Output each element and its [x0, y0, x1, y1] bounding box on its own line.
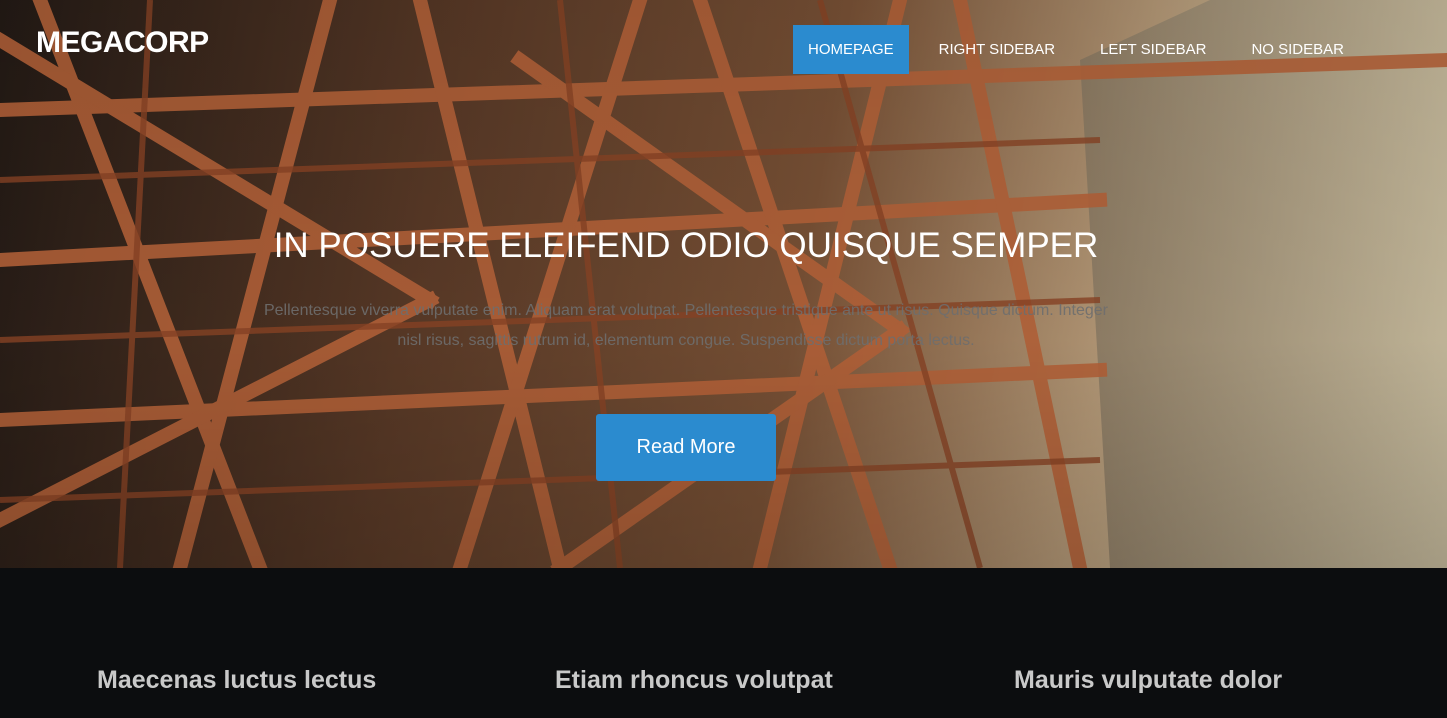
feature-title-2: Etiam rhoncus volutpat: [555, 666, 833, 694]
hero-overlay: [0, 0, 1447, 568]
feature-title-1: Maecenas luctus lectus: [97, 666, 377, 694]
hero-banner: MEGACORP HOMEPAGE RIGHT SIDEBAR LEFT SID…: [0, 0, 1447, 568]
feature-title-3: Mauris vulputate dolor: [1014, 666, 1283, 694]
nav-item-homepage[interactable]: HOMEPAGE: [793, 25, 909, 74]
nav-item-no-sidebar[interactable]: NO SIDEBAR: [1236, 25, 1359, 74]
hero-title: IN POSUERE ELEIFEND ODIO QUISQUE SEMPER: [273, 226, 1099, 265]
main-navigation: HOMEPAGE RIGHT SIDEBAR LEFT SIDEBAR NO S…: [778, 25, 1359, 74]
nav-item-left-sidebar[interactable]: LEFT SIDEBAR: [1085, 25, 1221, 74]
site-logo[interactable]: MEGACORP: [36, 26, 209, 60]
hero-description: Pellentesque viverra vulputate enim. Ali…: [263, 302, 1109, 349]
read-more-button[interactable]: Read More: [596, 414, 776, 481]
features-section: Maecenas luctus lectus Etiam rhoncus vol…: [0, 568, 1447, 718]
nav-item-right-sidebar[interactable]: RIGHT SIDEBAR: [924, 25, 1070, 74]
